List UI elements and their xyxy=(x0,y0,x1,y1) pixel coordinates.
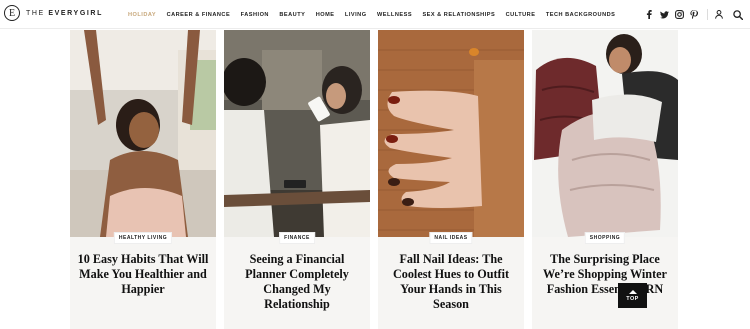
instagram-icon[interactable] xyxy=(674,10,684,20)
nav-item-tech-backgrounds[interactable]: TECH BACKGROUNDS xyxy=(546,12,616,18)
article-title[interactable]: 10 Easy Habits That Will Make You Health… xyxy=(76,252,210,297)
site-logo[interactable]: E THE EVERYGIRL xyxy=(4,5,103,21)
article-card[interactable]: NAIL IDEAS Fall Nail Ideas: The Coolest … xyxy=(378,30,524,329)
article-card[interactable]: FINANCE Seeing a Financial Planner Compl… xyxy=(224,30,370,329)
category-badge[interactable]: FINANCE xyxy=(279,232,315,244)
nav-item-home[interactable]: HOME xyxy=(316,12,335,18)
logo-text: THE EVERYGIRL xyxy=(26,9,103,17)
nav-item-sex-relationships[interactable]: SEX & RELATIONSHIPS xyxy=(422,12,495,18)
arrow-up-icon xyxy=(628,289,637,294)
article-image-woman-stretching[interactable] xyxy=(70,30,216,237)
site-header: E THE EVERYGIRL HOLIDAY CAREER & FINANCE… xyxy=(0,0,750,29)
category-badge[interactable]: SHOPPING xyxy=(584,232,626,244)
header-tools xyxy=(713,0,750,29)
category-badge[interactable]: HEALTHY LIVING xyxy=(113,232,173,244)
article-title[interactable]: Seeing a Financial Planner Completely Ch… xyxy=(230,252,364,312)
article-title[interactable]: Fall Nail Ideas: The Coolest Hues to Out… xyxy=(384,252,518,312)
logo-mark: E xyxy=(4,5,20,21)
social-links xyxy=(644,0,704,29)
main-nav: HOLIDAY CAREER & FINANCE FASHION BEAUTY … xyxy=(128,0,626,29)
article-image-nails-sweater[interactable] xyxy=(378,30,524,237)
nav-item-living[interactable]: LIVING xyxy=(345,12,367,18)
facebook-icon[interactable] xyxy=(644,10,654,20)
article-image-couple-cafe[interactable] xyxy=(224,30,370,237)
header-divider xyxy=(707,9,708,20)
article-image-woman-puffer-coats[interactable] xyxy=(532,30,678,237)
pinterest-icon[interactable] xyxy=(689,10,699,20)
category-badge[interactable]: NAIL IDEAS xyxy=(429,232,473,244)
back-to-top-label: TOP xyxy=(626,295,639,302)
article-card[interactable]: HEALTHY LIVING 10 Easy Habits That Will … xyxy=(70,30,216,329)
nav-item-culture[interactable]: CULTURE xyxy=(506,12,536,18)
nav-item-wellness[interactable]: WELLNESS xyxy=(377,12,412,18)
nav-item-beauty[interactable]: BEAUTY xyxy=(279,12,305,18)
article-card[interactable]: SHOPPING The Surprising Place We’re Shop… xyxy=(532,30,678,329)
nav-item-fashion[interactable]: FASHION xyxy=(241,12,269,18)
nav-item-career-finance[interactable]: CAREER & FINANCE xyxy=(167,12,231,18)
user-icon[interactable] xyxy=(713,9,725,21)
article-title[interactable]: The Surprising Place We’re Shopping Wint… xyxy=(538,252,672,297)
back-to-top-button[interactable]: TOP xyxy=(618,283,647,308)
nav-item-holiday[interactable]: HOLIDAY xyxy=(128,12,156,18)
twitter-icon[interactable] xyxy=(659,10,669,20)
search-icon[interactable] xyxy=(732,9,744,21)
